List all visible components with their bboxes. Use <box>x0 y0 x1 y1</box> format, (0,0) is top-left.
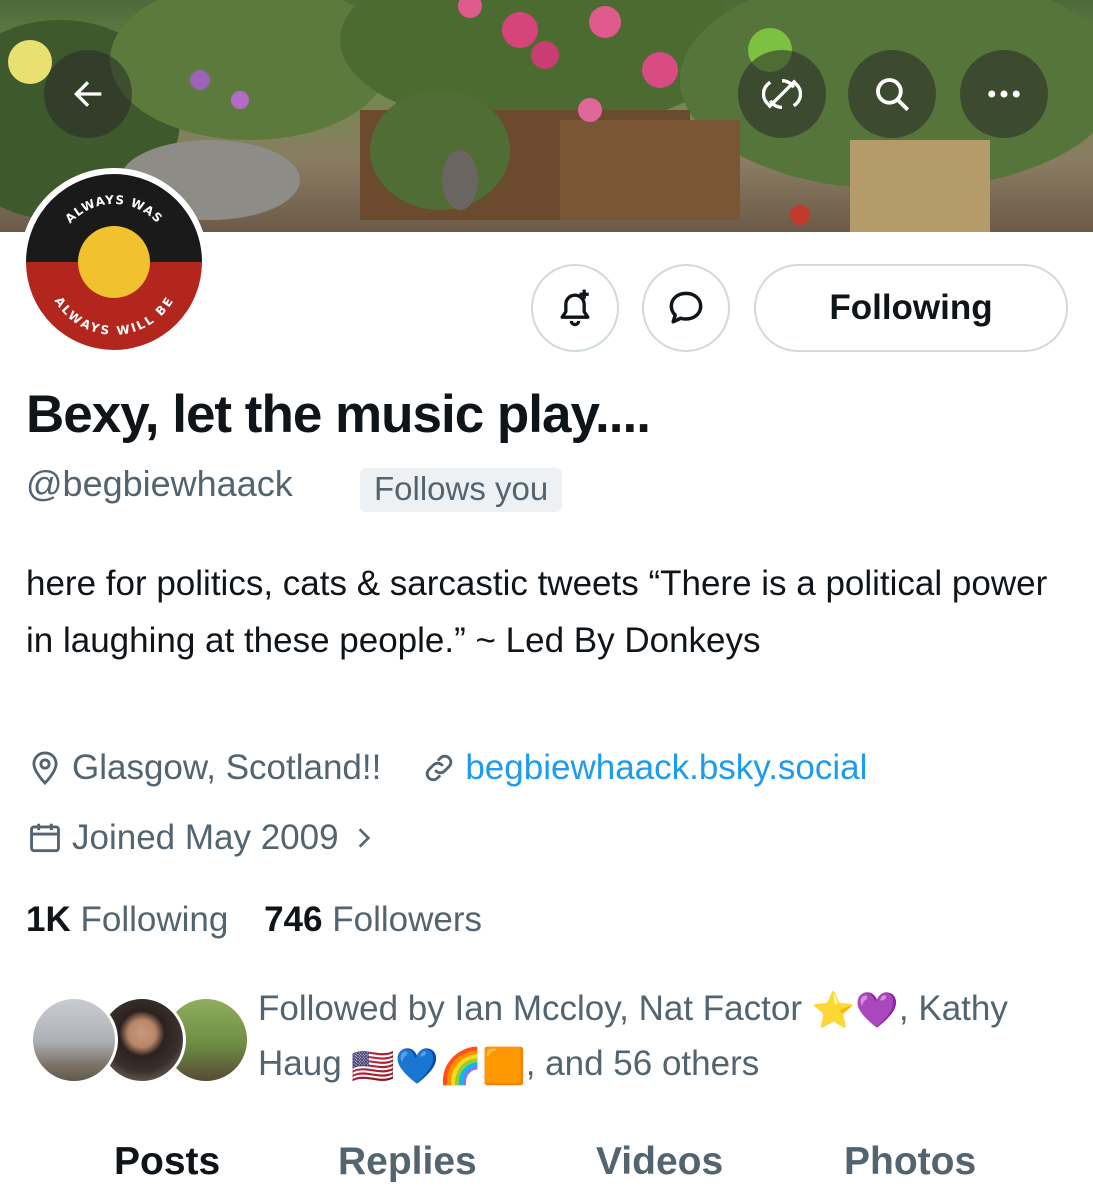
tab-photos[interactable]: Photos <box>844 1140 976 1184</box>
followed-by-suffix: , and 56 others <box>525 1044 760 1084</box>
tab-posts[interactable]: Posts <box>114 1140 220 1184</box>
emoji-group-1: ⭐💜 <box>811 991 899 1031</box>
search-icon <box>876 78 910 112</box>
user-handle: @begbiewhaack <box>26 463 293 504</box>
mutual-avatar-1 <box>30 996 118 1084</box>
message-bubble-icon <box>669 291 703 324</box>
following-label: Following <box>80 900 229 939</box>
aboriginal-flag-avatar: ALWAYS WAS ALWAYS WILL BE <box>26 174 202 350</box>
followed-by-text[interactable]: Followed by Ian Mccloy, Nat Factor ⭐💜, K… <box>258 982 1078 1093</box>
location-website-row: Glasgow, Scotland!! begbiewhaack.bsky.so… <box>26 748 867 788</box>
following-stat[interactable]: 1K Following <box>26 900 228 939</box>
message-button[interactable] <box>642 264 730 352</box>
notify-button[interactable] <box>531 264 619 352</box>
link-icon <box>421 750 457 786</box>
display-name: Bexy, let the music play.... <box>26 385 651 444</box>
joined-text: Joined May 2009 <box>72 818 339 857</box>
back-button[interactable] <box>44 50 132 138</box>
sync-button[interactable] <box>738 50 826 138</box>
chevron-right-icon <box>351 825 377 851</box>
tab-videos[interactable]: Videos <box>596 1140 723 1184</box>
tab-replies[interactable]: Replies <box>338 1140 477 1184</box>
search-button[interactable] <box>848 50 936 138</box>
calendar-icon <box>26 819 64 857</box>
location-text: Glasgow, Scotland!! <box>72 748 382 787</box>
following-button[interactable]: Following <box>754 264 1068 352</box>
follow-stats: 1K Following 746 Followers <box>26 900 482 940</box>
bell-plus-icon <box>560 289 590 327</box>
profile-avatar[interactable]: ALWAYS WAS ALWAYS WILL BE <box>20 168 208 356</box>
more-button[interactable] <box>960 50 1048 138</box>
followers-stat[interactable]: 746 Followers <box>264 900 482 939</box>
followers-count: 746 <box>264 900 323 939</box>
more-dots-icon <box>988 90 1020 98</box>
website-link[interactable]: begbiewhaack.bsky.social <box>465 748 867 788</box>
followers-label: Followers <box>332 900 482 939</box>
arrow-left-icon <box>74 81 102 107</box>
followed-by-prefix: Followed by Ian Mccloy, Nat Factor <box>258 989 802 1028</box>
location-pin-icon <box>26 749 64 787</box>
joined-row[interactable]: Joined May 2009 <box>26 818 385 858</box>
follows-you-badge: Follows you <box>360 468 563 512</box>
followed-by-avatars[interactable] <box>30 996 250 1086</box>
profile-bio: here for politics, cats & sarcastic twee… <box>26 564 1048 660</box>
sync-slash-icon <box>762 78 802 110</box>
emoji-group-2: 🇺🇸💙🌈🟧 <box>351 1046 526 1086</box>
profile-tabs: Posts Replies Videos Photos <box>0 1130 1093 1200</box>
following-count: 1K <box>26 900 71 939</box>
